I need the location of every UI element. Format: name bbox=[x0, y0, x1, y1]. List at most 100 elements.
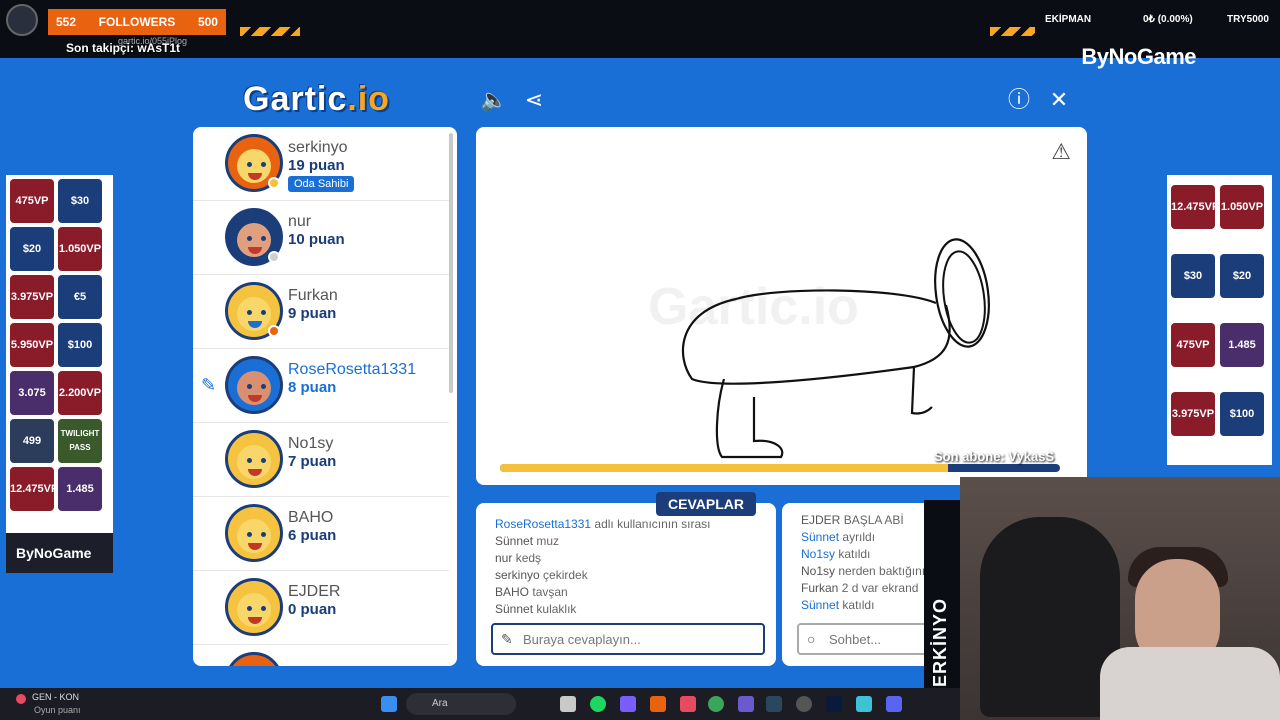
chat-text: 2 d var ekrand bbox=[841, 581, 919, 595]
info-icon[interactable]: ⓘ bbox=[1005, 86, 1033, 114]
chat-user: No1sy bbox=[801, 547, 836, 561]
ad-tile[interactable]: €5 bbox=[58, 275, 102, 319]
share-icon[interactable]: ⋖ bbox=[520, 86, 548, 114]
player-row[interactable]: No1sy 7 puan bbox=[193, 423, 449, 497]
answer-line: serkinyo çekirdek bbox=[495, 568, 588, 582]
search-label: Ara bbox=[432, 698, 448, 709]
user-icon bbox=[6, 4, 38, 36]
answer-line: Sünnet muz bbox=[495, 534, 559, 548]
status-dot bbox=[268, 325, 280, 337]
ad-tile[interactable]: $30 bbox=[1171, 254, 1215, 298]
player-score: 9 puan bbox=[288, 305, 337, 322]
sound-icon[interactable]: 🔈 bbox=[480, 86, 508, 114]
photoshop-icon[interactable] bbox=[826, 696, 842, 712]
answer-placeholder: Buraya cevaplayın... bbox=[523, 632, 641, 647]
brand-logo: ByNoGame bbox=[1081, 44, 1196, 69]
chat-line: EJDER BAŞLA ABİ bbox=[801, 513, 904, 527]
chat-line: Furkan 2 d var ekrand bbox=[801, 581, 918, 595]
app-icon[interactable] bbox=[650, 696, 666, 712]
app-icon[interactable] bbox=[680, 696, 696, 712]
obs-icon[interactable] bbox=[796, 696, 812, 712]
player-row[interactable]: nur 10 puan bbox=[193, 201, 449, 275]
streamer-name: SERKİNYO bbox=[930, 597, 950, 700]
ad-tile[interactable]: 3.075 bbox=[10, 371, 54, 415]
answer-line: Sünnet kulaklık bbox=[495, 602, 576, 616]
ad-tile[interactable]: 499 bbox=[10, 419, 54, 463]
ad-tile[interactable]: 475VP bbox=[10, 179, 54, 223]
streamer-name-strip: SERKİNYO bbox=[924, 500, 960, 720]
ad-tile[interactable]: 1.485 bbox=[58, 467, 102, 511]
drawing bbox=[681, 238, 990, 459]
chat-text: BAŞLA ABİ bbox=[843, 513, 904, 527]
answer-input[interactable]: ✎ Buraya cevaplayın... bbox=[491, 623, 765, 655]
notification-icon[interactable] bbox=[16, 694, 26, 704]
player-name: nur bbox=[288, 213, 312, 230]
ad-tile[interactable]: 12.475VP bbox=[10, 467, 58, 511]
ad-tile[interactable]: 12.475VP bbox=[1171, 185, 1219, 229]
ad-right[interactable]: 12.475VP 1.050VP $30 $20 475VP 1.485 3.9… bbox=[1167, 175, 1272, 465]
ad-left[interactable]: 475VP $30 $20 1.050VP 3.975VP €5 5.950VP… bbox=[6, 175, 113, 573]
ad-tile[interactable]: $100 bbox=[1220, 392, 1264, 436]
answer-user: nur bbox=[495, 551, 513, 565]
ad-brand[interactable]: ByNoGame bbox=[6, 533, 113, 573]
ad-tile[interactable]: 1.050VP bbox=[1220, 185, 1264, 229]
chat-user: Sünnet bbox=[801, 598, 840, 612]
ad-tile[interactable]: 1.050VP bbox=[58, 227, 102, 271]
answer-user: BAHO bbox=[495, 585, 530, 599]
player-row[interactable]: EJDER 0 puan bbox=[193, 571, 449, 645]
player-row[interactable] bbox=[193, 645, 449, 666]
close-icon[interactable]: ✕ bbox=[1045, 86, 1073, 114]
avatar bbox=[225, 430, 283, 488]
ad-tile[interactable]: 2.200VP bbox=[58, 371, 102, 415]
follower-goal: 552 FOLLOWERS 500 bbox=[48, 9, 226, 35]
player-score: 7 puan bbox=[288, 453, 337, 470]
files-icon[interactable] bbox=[560, 696, 576, 712]
chrome-icon[interactable] bbox=[708, 696, 724, 712]
answer-text: muz bbox=[536, 534, 560, 548]
answers-title: CEVAPLAR bbox=[656, 492, 756, 516]
ad-tile[interactable]: $100 bbox=[58, 323, 102, 367]
chat-user: No1sy bbox=[801, 564, 836, 578]
chat-line: Sünnet ayrıldı bbox=[801, 530, 875, 544]
followers-current: 552 bbox=[56, 15, 77, 29]
pencil-icon: ✎ bbox=[201, 375, 217, 395]
windows-start-icon[interactable] bbox=[381, 696, 397, 712]
ad-tile[interactable]: TWILIGHT PASS bbox=[58, 419, 102, 463]
equipment-panel: EKİPMAN 0₺ (0.00%) TRY5000 bbox=[1035, 0, 1280, 40]
answer-user: RoseRosetta1331 bbox=[495, 517, 592, 531]
ad-tile[interactable]: 3.975VP bbox=[1171, 392, 1215, 436]
app-icon[interactable] bbox=[620, 696, 636, 712]
player-row[interactable]: serkinyo 19 puan Oda Sahibi bbox=[193, 127, 449, 201]
ad-tile[interactable]: 475VP bbox=[1171, 323, 1215, 367]
taskbar-search[interactable]: Ara bbox=[406, 693, 516, 715]
player-score: 0 puan bbox=[288, 601, 337, 618]
chat-text: katıldı bbox=[842, 598, 875, 612]
player-name: No1sy bbox=[288, 435, 334, 452]
app-icon[interactable] bbox=[856, 696, 872, 712]
chat-placeholder: Sohbet... bbox=[829, 632, 882, 647]
drawing-canvas[interactable]: Gartic.io ⚠ Son abone: VykasS bbox=[476, 127, 1087, 485]
steam-icon[interactable] bbox=[766, 696, 782, 712]
player-score: 19 puan bbox=[288, 157, 345, 174]
ad-tile[interactable]: $20 bbox=[10, 227, 54, 271]
ad-tile[interactable]: 5.950VP bbox=[10, 323, 54, 367]
try-label: TRY5000 bbox=[1227, 14, 1269, 25]
last-follower: Son takipçi: wAsT1t bbox=[66, 41, 181, 55]
chat-line: Sünnet katıldı bbox=[801, 598, 874, 612]
players-scrollbar[interactable] bbox=[449, 133, 453, 393]
app-icon[interactable] bbox=[738, 696, 754, 712]
answer-user: serkinyo bbox=[495, 568, 540, 582]
ad-tile[interactable]: 1.485 bbox=[1220, 323, 1264, 367]
player-row[interactable]: ✎ RoseRosetta1331 8 puan bbox=[193, 349, 449, 423]
ad-tile[interactable]: $20 bbox=[1220, 254, 1264, 298]
ad-tile[interactable]: $30 bbox=[58, 179, 102, 223]
answers-panel: RoseRosetta1331 adlı kullanıcının sırası… bbox=[476, 503, 776, 666]
ad-tile[interactable]: 3.975VP bbox=[10, 275, 54, 319]
ekipman-label: EKİPMAN bbox=[1045, 14, 1092, 25]
spotify-icon[interactable] bbox=[590, 696, 606, 712]
discord-icon[interactable] bbox=[886, 696, 902, 712]
player-row[interactable]: Furkan 9 puan bbox=[193, 275, 449, 349]
player-row[interactable]: BAHO 6 puan bbox=[193, 497, 449, 571]
logo-suffix: .io bbox=[347, 80, 390, 118]
answer-text: kedş bbox=[515, 551, 542, 565]
